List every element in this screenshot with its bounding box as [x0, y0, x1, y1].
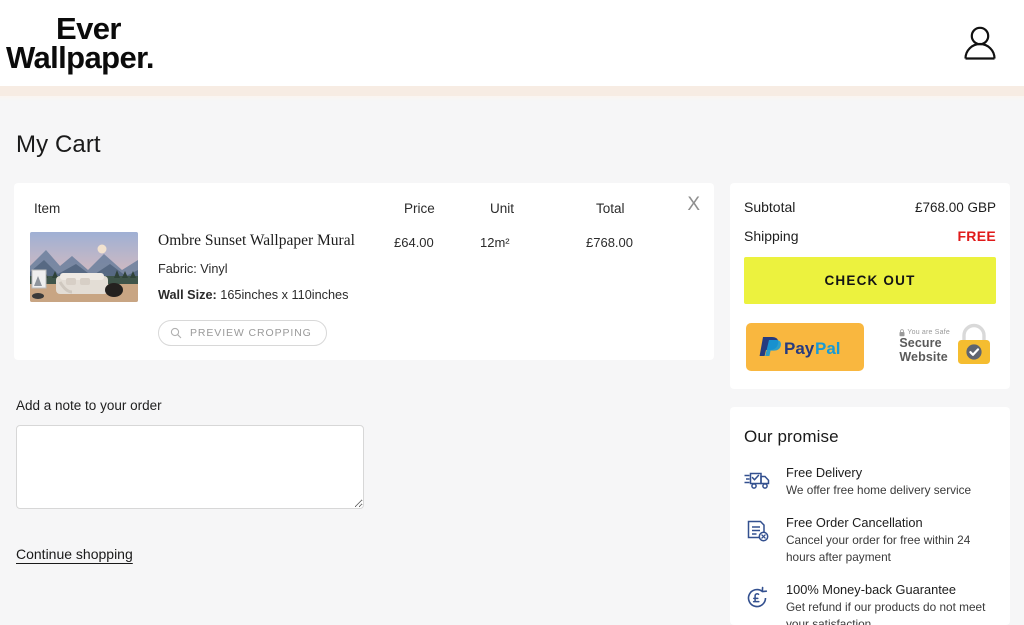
logo-line-2: Wallpaper.: [6, 40, 155, 75]
table-row: Ombre Sunset Wallpaper Mural Fabric: Vin…: [24, 232, 698, 346]
document-cancel-icon: [744, 515, 774, 566]
product-title[interactable]: Ombre Sunset Wallpaper Mural: [158, 232, 394, 250]
promise-description: We offer free home delivery service: [786, 483, 972, 497]
order-note-input[interactable]: [16, 425, 364, 509]
page-title: My Cart: [16, 131, 101, 158]
logo-line-1: Ever: [56, 10, 121, 46]
promise-text-free-cancellation: Free Order Cancellation Cancel your orde…: [786, 515, 994, 566]
order-summary-card: Subtotal £768.00 GBP Shipping FREE CHECK…: [730, 183, 1010, 389]
secure-website-text: You are Safe Secure Website: [899, 329, 950, 364]
cart-layout: X Item Price Unit Total Ombre Sunset Wal…: [14, 183, 1010, 625]
cart-table-header: Item Price Unit Total: [24, 201, 698, 232]
promise-text-free-delivery: Free Delivery We offer free home deliver…: [786, 465, 971, 499]
site-logo[interactable]: Ever Wallpaper.: [6, 10, 155, 75]
cart-page: My Cart X Item Price Unit Total Ombre Su…: [0, 101, 1024, 625]
subtotal-label: Subtotal: [744, 199, 796, 215]
shipping-value: FREE: [957, 228, 996, 244]
site-header: Ever Wallpaper.: [0, 0, 1024, 86]
order-note-section: Add a note to your order Continue shoppi…: [14, 360, 714, 564]
secure-line-2: Website: [899, 349, 948, 364]
shipping-label: Shipping: [744, 228, 799, 244]
search-icon: [170, 327, 182, 339]
user-icon[interactable]: [958, 21, 1002, 65]
product-details: Ombre Sunset Wallpaper Mural Fabric: Vin…: [138, 232, 394, 346]
header-actions: [958, 21, 1002, 65]
cart-sidebar: Subtotal £768.00 GBP Shipping FREE CHECK…: [730, 183, 1010, 625]
cell-unit: 12m²: [480, 235, 510, 250]
subtotal-value: £768.00 GBP: [914, 200, 996, 215]
cart-card: X Item Price Unit Total Ombre Sunset Wal…: [14, 183, 714, 360]
subtotal-row: Subtotal £768.00 GBP: [744, 199, 996, 215]
delivery-truck-icon: [744, 465, 774, 499]
refund-pound-icon: [744, 582, 774, 625]
promise-heading: Free Delivery: [786, 465, 863, 480]
product-wall-size: Wall Size: 165inches x 110inches: [158, 288, 394, 302]
promise-text-money-back: 100% Money-back Guarantee Get refund if …: [786, 582, 994, 625]
cell-total: £768.00: [586, 235, 633, 250]
secure-line-1: Secure: [899, 336, 942, 350]
promise-item-money-back: 100% Money-back Guarantee Get refund if …: [744, 582, 994, 625]
promise-item-free-cancellation: Free Order Cancellation Cancel your orde…: [744, 515, 994, 566]
preview-cropping-label: PREVIEW CROPPING: [190, 327, 312, 339]
product-fabric: Fabric: Vinyl: [158, 262, 228, 276]
header-accent-band: [0, 86, 1024, 96]
order-note-label: Add a note to your order: [16, 398, 162, 413]
svg-text:Pay: Pay: [784, 339, 815, 358]
promise-heading: Free Order Cancellation: [786, 515, 923, 531]
cart-main-column: X Item Price Unit Total Ombre Sunset Wal…: [14, 183, 714, 564]
column-header-price: Price: [404, 201, 435, 216]
svg-text:Pal: Pal: [815, 339, 841, 358]
promise-heading: 100% Money-back Guarantee: [786, 582, 957, 598]
secure-website-badge[interactable]: You are Safe Secure Website: [899, 322, 994, 371]
payment-badges: Pay Pal You are Safe Secure Website: [744, 322, 996, 371]
our-promise-title: Our promise: [744, 427, 839, 446]
paypal-button[interactable]: Pay Pal: [746, 322, 864, 371]
promise-description: Get refund if our products do not meet y…: [786, 600, 986, 625]
preview-cropping-button[interactable]: PREVIEW CROPPING: [158, 320, 327, 346]
lock-icon: [954, 322, 994, 371]
column-header-item: Item: [34, 201, 61, 216]
column-header-total: Total: [596, 201, 625, 216]
wall-size-value: 165inches x 110inches: [220, 288, 349, 302]
promise-description: Cancel your order for free within 24 hou…: [786, 533, 971, 565]
promise-item-free-delivery: Free Delivery We offer free home deliver…: [744, 465, 994, 499]
column-header-unit: Unit: [490, 201, 515, 216]
continue-shopping-link[interactable]: Continue shopping: [16, 546, 133, 562]
our-promise-card: Our promise Free Delivery We offer free …: [730, 407, 1010, 625]
cell-price: £64.00: [394, 235, 434, 250]
remove-item-button[interactable]: X: [687, 195, 700, 214]
shipping-row: Shipping FREE: [744, 228, 996, 244]
product-thumbnail[interactable]: [30, 232, 138, 302]
checkout-button[interactable]: CHECK OUT: [744, 257, 996, 304]
wall-size-label: Wall Size:: [158, 288, 217, 302]
